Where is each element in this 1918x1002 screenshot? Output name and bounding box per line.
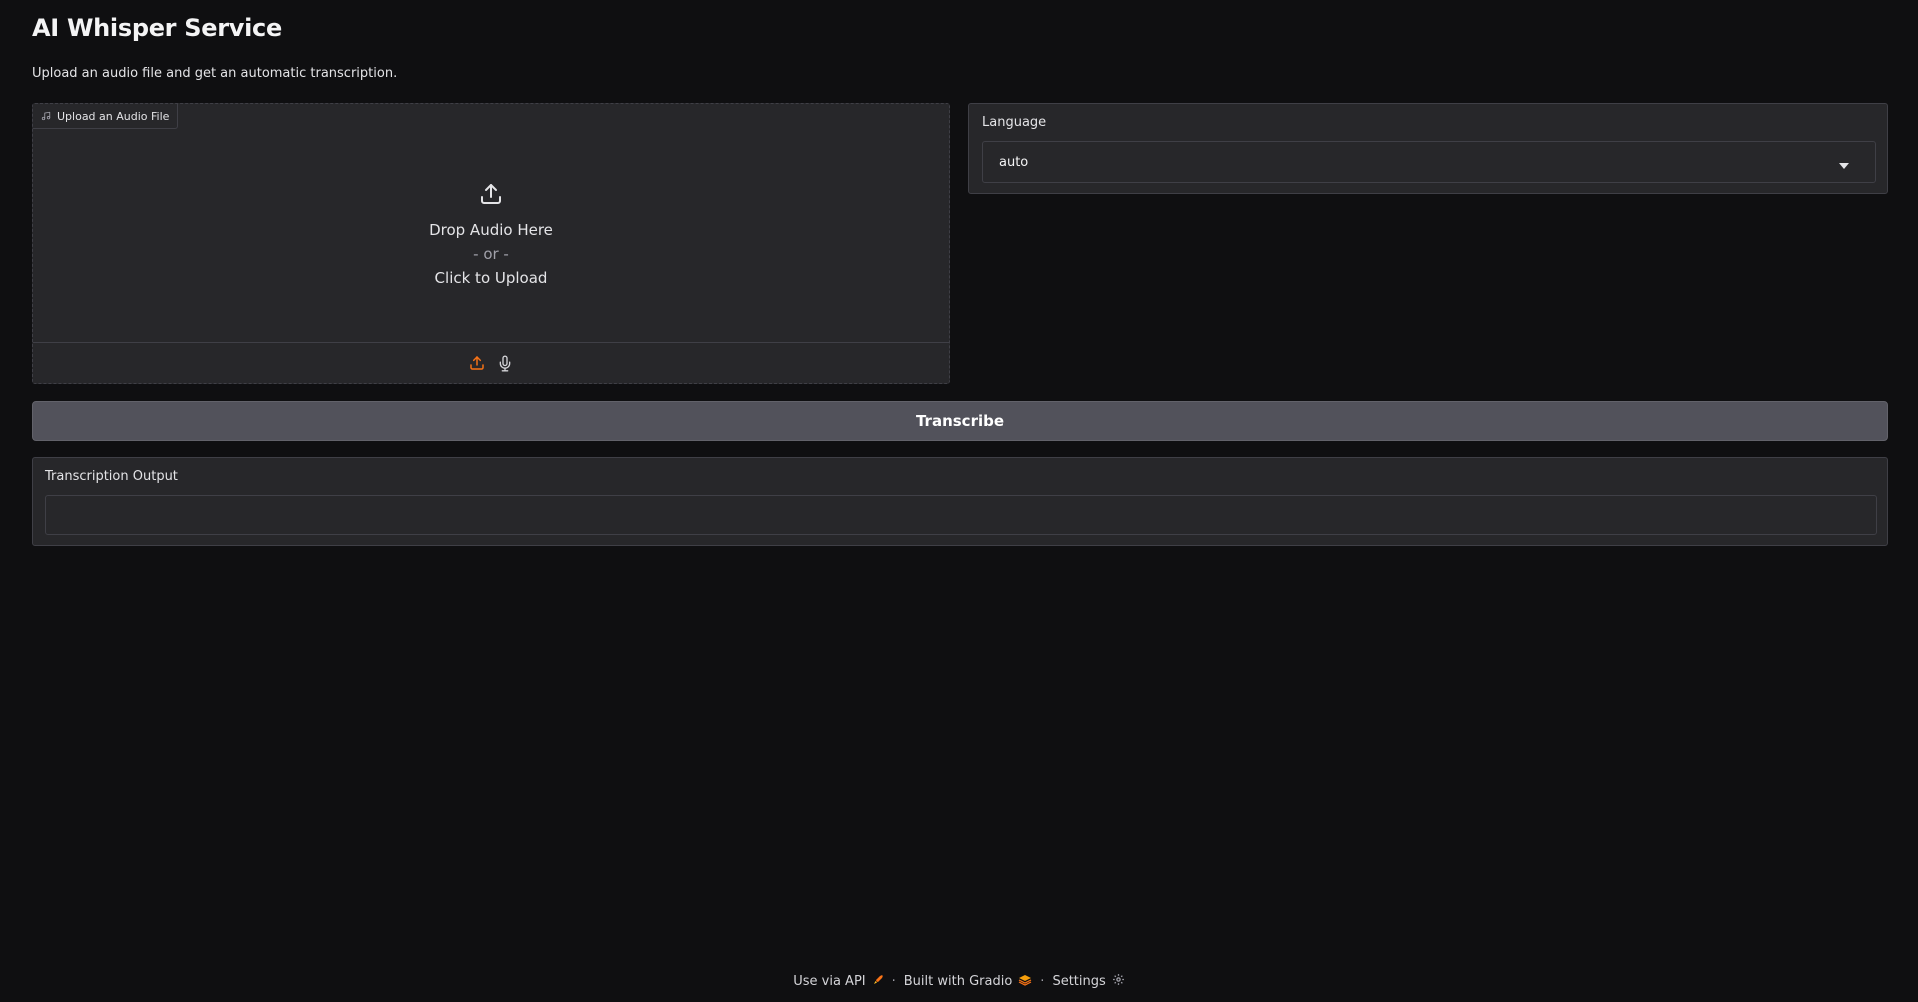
rocket-icon (872, 974, 884, 990)
upload-icon[interactable] (468, 354, 486, 372)
transcription-output-panel: Transcription Output (32, 457, 1888, 546)
built-with-gradio-label: Built with Gradio (903, 974, 1013, 989)
gradio-logo-icon (1018, 974, 1032, 990)
use-via-api-label: Use via API (793, 974, 866, 989)
settings-link[interactable]: Settings (1052, 973, 1124, 990)
language-label: Language (982, 115, 1047, 130)
language-panel: Language auto (968, 103, 1888, 194)
settings-label: Settings (1052, 974, 1106, 989)
footer: Use via API · Built with Gradio · Settin… (0, 973, 1918, 990)
audio-drop-zone[interactable]: Drop Audio Here - or - Click to Upload (33, 128, 949, 344)
footer-separator: · (891, 974, 896, 989)
music-note-icon (41, 111, 51, 121)
upload-arrow-icon (479, 182, 503, 210)
transcription-output-label: Transcription Output (45, 469, 178, 484)
audio-upload-label-badge: Upload an Audio File (33, 104, 179, 129)
audio-upload-label: Upload an Audio File (57, 109, 170, 123)
audio-upload-panel: Upload an Audio File Drop Audio Here - o… (32, 103, 950, 384)
drop-audio-text: Drop Audio Here (429, 221, 553, 239)
footer-separator: · (1040, 974, 1045, 989)
microphone-icon[interactable] (496, 354, 514, 372)
chevron-down-icon (1839, 158, 1849, 173)
language-selected-value: auto (999, 154, 1029, 170)
click-to-upload-text: Click to Upload (434, 269, 548, 287)
gear-icon (1112, 973, 1125, 990)
transcription-output-field[interactable] (45, 495, 1877, 535)
built-with-gradio-link[interactable]: Built with Gradio (904, 974, 1033, 990)
language-dropdown[interactable]: auto (982, 141, 1876, 183)
page-description: Upload an audio file and get an automati… (32, 66, 398, 81)
app-page: AI Whisper Service Upload an audio file … (0, 0, 1918, 1002)
transcribe-button[interactable]: Transcribe (32, 401, 1888, 441)
audio-source-toolbar (33, 342, 949, 383)
use-via-api-link[interactable]: Use via API (793, 974, 883, 990)
page-title: AI Whisper Service (32, 14, 282, 42)
or-separator-text: - or - (473, 245, 509, 263)
